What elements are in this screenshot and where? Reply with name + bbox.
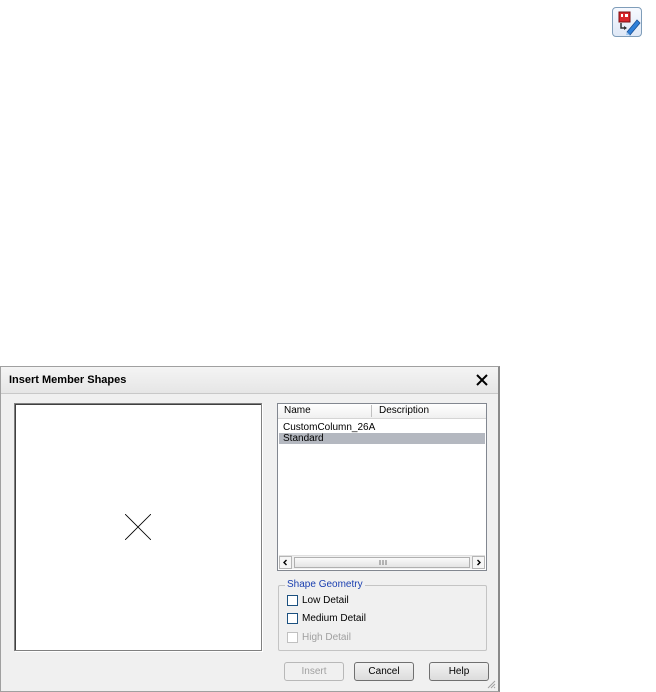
group-legend: Shape Geometry	[285, 579, 365, 590]
shape-geometry-group: Shape Geometry Low Detail Medium Detail …	[278, 579, 487, 651]
column-separator[interactable]	[371, 405, 372, 417]
chevron-right-icon	[477, 559, 481, 566]
list-item[interactable]: CustomColumn_26A	[279, 422, 485, 433]
checkbox-box[interactable]	[287, 595, 298, 606]
insert-member-shapes-icon[interactable]	[612, 7, 642, 37]
insert-button: Insert	[284, 662, 344, 681]
checkbox-label: High Detail	[302, 632, 351, 643]
resize-grip-icon[interactable]	[486, 679, 496, 689]
scrollbar-thumb[interactable]	[294, 557, 470, 568]
column-header-name[interactable]: Name	[284, 405, 311, 416]
help-button[interactable]: Help	[429, 662, 489, 681]
column-header-description[interactable]: Description	[379, 405, 429, 416]
scroll-left-button[interactable]	[279, 556, 292, 569]
grip-icon	[379, 560, 387, 565]
dialog-titlebar[interactable]: Insert Member Shapes	[1, 367, 498, 394]
shape-preview-pane	[14, 403, 262, 651]
list-item-selected[interactable]: Standard	[279, 433, 485, 444]
dialog-title: Insert Member Shapes	[9, 374, 127, 386]
horizontal-scrollbar[interactable]	[279, 555, 485, 569]
checkbox-box[interactable]	[287, 613, 298, 624]
checkbox-box	[287, 632, 298, 643]
list-item-name: Standard	[283, 433, 324, 444]
checkbox-label[interactable]: Low Detail	[302, 595, 349, 606]
list-item-name: CustomColumn_26A	[283, 422, 376, 433]
close-icon[interactable]	[474, 372, 490, 388]
chevron-left-icon	[283, 559, 287, 566]
list-header: Name Description	[278, 404, 486, 419]
cancel-button[interactable]: Cancel	[354, 662, 414, 681]
shapes-list[interactable]: Name Description CustomColumn_26A Standa…	[277, 403, 487, 571]
insert-member-shapes-dialog: Insert Member Shapes Name Description Cu…	[0, 366, 500, 692]
empty-preview-x-icon	[125, 514, 151, 540]
scroll-right-button[interactable]	[472, 556, 485, 569]
checkbox-label[interactable]: Medium Detail	[302, 613, 366, 624]
